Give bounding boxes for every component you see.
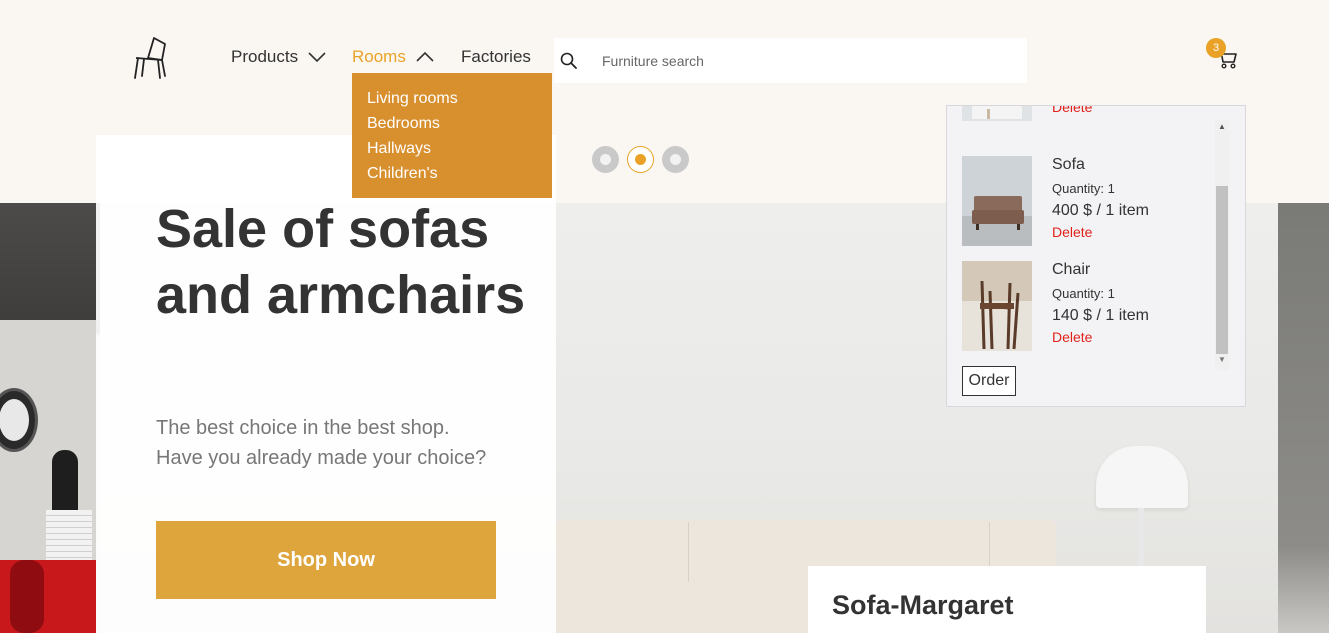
search-icon[interactable] [559, 51, 579, 71]
slider-dot-1[interactable] [592, 146, 619, 173]
cart-item-delete[interactable]: Delete [1052, 224, 1092, 240]
cart-item-quantity: Quantity: 1 [1052, 181, 1115, 196]
cart-item-price: 140 $ / 1 item [1052, 307, 1149, 324]
hero-title: Sale of sofas and armchairs [156, 199, 526, 325]
nav-products-label: Products [231, 47, 299, 66]
cart-item: Delete [962, 106, 1212, 121]
order-button[interactable]: Order [962, 366, 1016, 396]
menu-item-living-rooms[interactable]: Living rooms [367, 86, 537, 111]
cart-scrollbar-thumb[interactable] [1216, 186, 1228, 354]
background-wall-right [1278, 203, 1329, 633]
nav-rooms-label: Rooms [352, 47, 406, 66]
chair-logo-icon[interactable] [132, 36, 168, 80]
cart-item-delete[interactable]: Delete [1052, 329, 1092, 345]
product-caption-card: Sofa-Margaret [808, 566, 1206, 633]
cart-item-delete[interactable]: Delete [1052, 106, 1092, 115]
product-thumbnail-chair [962, 261, 1032, 351]
hero-subtitle-line-2: Have you already made your choice? [156, 447, 487, 469]
cart-count-badge: 3 [1206, 38, 1226, 58]
rooms-dropdown-menu: Living rooms Bedrooms Hallways Children'… [352, 73, 552, 198]
scroll-down-arrow-icon[interactable]: ▼ [1215, 355, 1229, 367]
lamp-shade [1096, 446, 1188, 508]
product-thumbnail [962, 106, 1032, 121]
menu-item-bedrooms[interactable]: Bedrooms [367, 111, 537, 136]
chevron-down-icon [308, 52, 326, 63]
cart-panel: Delete Sofa Quantity: 1 400 $ / 1 item D… [946, 105, 1246, 407]
nav-factories-label: Factories [461, 47, 531, 66]
hero-subtitle-line-1: The best choice in the best shop. [156, 417, 450, 439]
chevron-up-icon [416, 51, 434, 62]
product-thumbnail-sofa [962, 156, 1032, 246]
nav-products[interactable]: Products [231, 47, 326, 67]
hero-subtitle: The best choice in the best shop. Have y… [156, 413, 536, 473]
cart-item-list: Delete Sofa Quantity: 1 400 $ / 1 item D… [947, 106, 1215, 371]
shop-now-button[interactable]: Shop Now [156, 521, 496, 599]
scroll-up-arrow-icon[interactable]: ▲ [1215, 122, 1229, 134]
slider-dot-3[interactable] [662, 146, 689, 173]
menu-item-childrens[interactable]: Children's [367, 161, 537, 186]
nav-factories[interactable]: Factories [461, 47, 531, 67]
slider-dot-2[interactable] [627, 146, 654, 173]
search-bar [554, 38, 1027, 83]
cart-item-name: Sofa [1052, 156, 1085, 173]
cart-item-quantity: Quantity: 1 [1052, 286, 1115, 301]
red-vase-decoration [10, 560, 44, 633]
cart-item: Chair Quantity: 1 140 $ / 1 item Delete [962, 261, 1212, 351]
cart-item-name: Chair [1052, 261, 1091, 278]
cart-item: Sofa Quantity: 1 400 $ / 1 item Delete [962, 156, 1212, 246]
cart-item-price: 400 $ / 1 item [1052, 202, 1149, 219]
product-name: Sofa-Margaret [832, 590, 1014, 620]
search-input[interactable] [602, 38, 1012, 83]
menu-item-hallways[interactable]: Hallways [367, 136, 537, 161]
nav-rooms[interactable]: Rooms [352, 47, 434, 67]
